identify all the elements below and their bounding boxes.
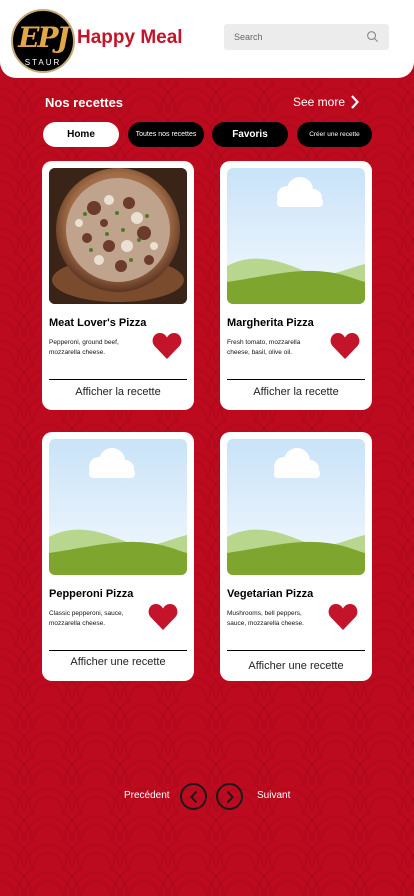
logo-subtext: STAUR (24, 58, 62, 67)
previous-button[interactable] (180, 783, 207, 810)
recipe-card: Meat Lover's Pizza Pepperoni, ground bee… (42, 161, 194, 410)
tab-create-recipe[interactable]: Créer une recette (297, 122, 372, 147)
chevron-right-icon (226, 790, 234, 803)
search-input[interactable] (224, 24, 364, 50)
next-button[interactable] (216, 783, 243, 810)
recipe-card: Margherita Pizza Fresh tomato, mozzarell… (220, 161, 372, 410)
see-more-link[interactable]: See more (293, 94, 360, 110)
recipe-card: Vegetarian Pizza Mushrooms, bell peppers… (220, 432, 372, 681)
placeholder-image (227, 168, 365, 304)
view-recipe-link[interactable]: Afficher une recette (42, 656, 194, 668)
view-recipe-link[interactable]: Afficher une recette (220, 660, 372, 672)
divider (227, 650, 365, 651)
recipe-description: Pepperoni, ground beef, mozzarella chees… (49, 339, 119, 356)
restaurant-logo[interactable]: EPJ STAUR (11, 9, 75, 73)
recipe-name: Vegetarian Pizza (227, 588, 314, 600)
recipe-name: Meat Lover's Pizza (49, 317, 147, 329)
logo-mark: EPJ (18, 21, 70, 54)
brand-name: Happy Meal (77, 27, 183, 48)
chevron-right-icon (351, 95, 360, 109)
heart-icon[interactable] (148, 603, 178, 631)
section-title: Nos recettes (45, 95, 124, 110)
tab-favorites[interactable]: Favoris (212, 122, 288, 147)
recipe-name: Pepperoni Pizza (49, 588, 134, 600)
see-more-label: See more (293, 95, 346, 109)
previous-label[interactable]: Precédent (124, 790, 170, 801)
divider (49, 650, 187, 651)
divider (227, 379, 365, 380)
view-recipe-link[interactable]: Afficher la recette (42, 386, 194, 398)
tab-home[interactable]: Home (43, 122, 119, 147)
recipe-description: Mushrooms, bell peppers, sauce, mozzarel… (227, 610, 304, 627)
next-label[interactable]: Suivant (257, 790, 290, 801)
chevron-left-icon (189, 790, 197, 803)
search-bar (224, 24, 389, 50)
view-recipe-link[interactable]: Afficher la recette (220, 386, 372, 398)
placeholder-image (49, 439, 187, 575)
search-icon[interactable] (366, 30, 379, 43)
pagination: Precédent Suivant (0, 782, 414, 810)
heart-icon[interactable] (328, 603, 358, 631)
pizza-photo (49, 168, 187, 304)
tab-all-recipes[interactable]: Toutes nos recettes (128, 122, 204, 147)
recipe-description: Fresh tomato, mozzarella cheese, basil, … (227, 339, 301, 356)
heart-icon[interactable] (330, 332, 360, 360)
divider (49, 379, 187, 380)
heart-icon[interactable] (152, 332, 182, 360)
recipe-description: Classic pepperoni, sauce, mozzarella che… (49, 610, 124, 627)
recipe-card: Pepperoni Pizza Classic pepperoni, sauce… (42, 432, 194, 681)
app-header: EPJ STAUR Happy Meal (0, 0, 414, 78)
placeholder-image (227, 439, 365, 575)
recipe-name: Margherita Pizza (227, 317, 314, 329)
